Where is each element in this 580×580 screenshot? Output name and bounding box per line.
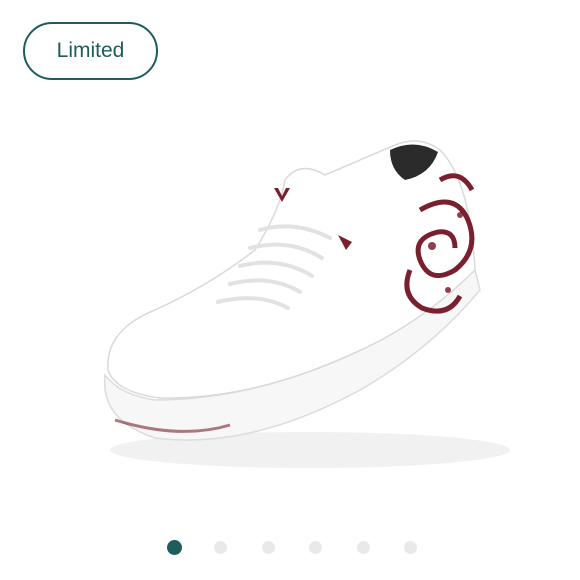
carousel-dot-6[interactable]: [404, 541, 417, 554]
limited-badge-label: Limited: [56, 39, 125, 62]
carousel-dot-5[interactable]: [357, 541, 370, 554]
shoe-upper: [107, 140, 476, 399]
carousel-pager: [160, 540, 420, 557]
carousel-dot-2[interactable]: [214, 541, 227, 554]
limited-badge: Limited: [23, 22, 158, 80]
carousel-dot-3[interactable]: [262, 541, 275, 554]
product-image[interactable]: [60, 120, 540, 500]
carousel-dot-4[interactable]: [309, 541, 322, 554]
carousel-dot-1[interactable]: [167, 540, 182, 555]
